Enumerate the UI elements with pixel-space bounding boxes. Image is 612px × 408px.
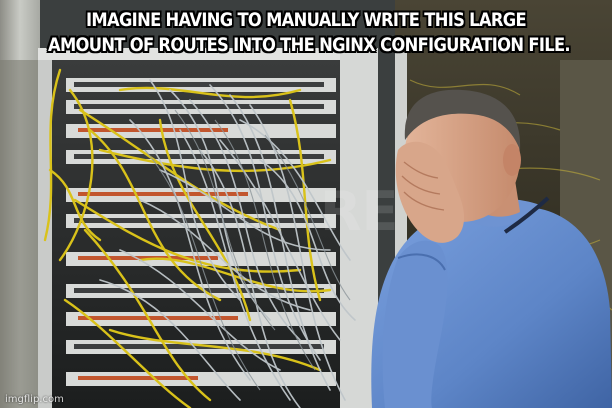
svg-text:RE: RE [320, 180, 398, 243]
imgflip-watermark: imgflip.com [5, 394, 64, 405]
caption-line-1: IMAGINE HAVING TO MANUALLY WRITE THIS LA… [86, 9, 527, 31]
meme-caption: IMAGINE HAVING TO MANUALLY WRITE THIS LA… [48, 8, 571, 58]
meme-image: RE IMAGINE HAVING TO MANUALLY WRITE THIS… [0, 0, 612, 408]
caption-line-2: AMOUNT OF ROUTES INTO THE NGINX CONFIGUR… [48, 34, 571, 56]
scene-photo: RE [0, 0, 612, 408]
